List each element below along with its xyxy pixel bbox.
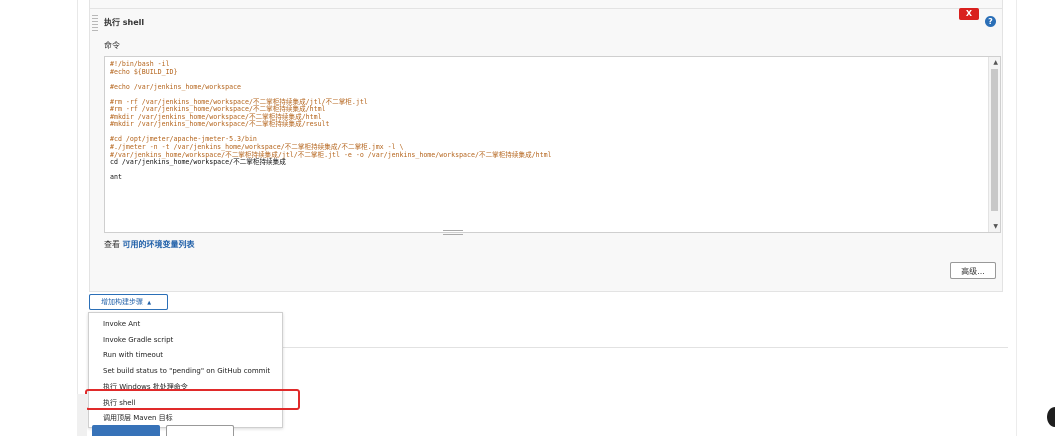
apply-button[interactable] — [166, 425, 234, 436]
menu-item-invoke-ant[interactable]: Invoke Ant — [103, 320, 140, 328]
help-icon[interactable]: ? — [985, 16, 996, 27]
advanced-button[interactable]: 高级... — [950, 262, 996, 279]
page-left-border — [77, 0, 78, 436]
scroll-up-icon[interactable]: ▲ — [993, 59, 998, 66]
menu-item-run-with-timeout[interactable]: Run with timeout — [103, 351, 163, 359]
command-textarea[interactable]: #!/bin/bash -il #echo ${BUILD_ID} #echo /v… — [104, 56, 1001, 233]
panel-top-border — [89, 8, 1002, 9]
add-build-step-button[interactable]: 增加构建步骤 ▲ — [89, 294, 168, 310]
highlight-annotation-box — [85, 389, 300, 410]
corner-widget-icon[interactable] — [1047, 407, 1055, 427]
scroll-thumb[interactable] — [991, 69, 998, 211]
code-line: #echo /var/jenkins_home/workspace — [110, 82, 242, 91]
command-code[interactable]: #!/bin/bash -il #echo ${BUILD_ID} #echo /v… — [110, 60, 552, 182]
page-right-border — [1016, 0, 1017, 436]
save-button[interactable] — [92, 425, 160, 436]
delete-step-button[interactable]: X — [959, 8, 979, 20]
add-build-step-label: 增加构建步骤 — [101, 298, 143, 306]
code-line: #echo ${BUILD_ID} — [110, 67, 178, 76]
build-step-title: 执行 shell — [104, 18, 145, 27]
menu-item-github-pending[interactable]: Set build status to "pending" on GitHub … — [103, 367, 270, 375]
code-line: ant — [110, 173, 122, 182]
textarea-resize-grip-icon[interactable] — [443, 230, 463, 235]
editor-scrollbar[interactable]: ▲ ▼ — [988, 57, 1000, 232]
menu-item-invoke-gradle[interactable]: Invoke Gradle script — [103, 336, 173, 344]
scroll-down-icon[interactable]: ▼ — [993, 223, 998, 230]
side-strip — [77, 394, 87, 436]
env-vars-prefix: 查看 — [104, 240, 123, 249]
command-label: 命令 — [104, 41, 120, 50]
build-step-dropdown-menu: Invoke Ant Invoke Gradle script Run with… — [88, 312, 283, 428]
menu-item-maven-target[interactable]: 调用顶层 Maven 目标 — [103, 413, 173, 423]
code-line: cd /var/jenkins_home/workspace/不二掌柜持续集成 — [110, 158, 286, 167]
env-vars-link[interactable]: 可用的环境变量列表 — [123, 240, 195, 249]
drag-handle-icon[interactable] — [92, 15, 98, 31]
env-vars-line: 查看 可用的环境变量列表 — [104, 239, 195, 250]
caret-up-icon: ▲ — [147, 300, 152, 306]
code-line: #mkdir /var/jenkins_home/workspace/不二掌柜持… — [110, 120, 330, 129]
